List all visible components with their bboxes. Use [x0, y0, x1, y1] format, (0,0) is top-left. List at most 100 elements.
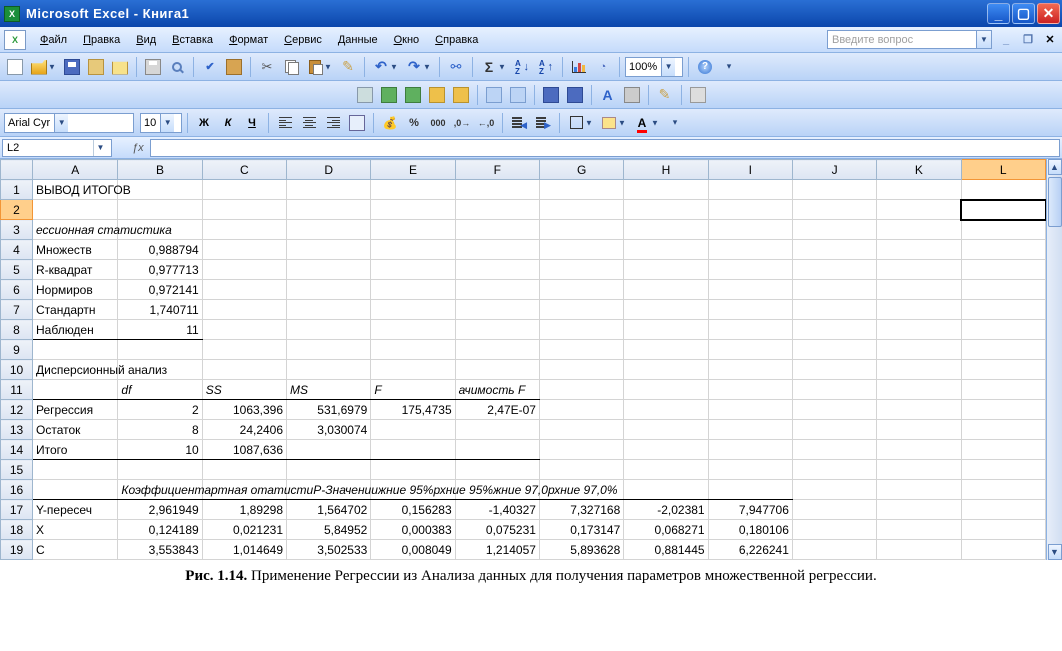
cell-A14[interactable]: Итого: [33, 440, 118, 460]
cell-A6[interactable]: Нормиров: [33, 280, 118, 300]
menu-данные[interactable]: Данные: [330, 31, 386, 49]
cell-J11[interactable]: [792, 380, 876, 400]
cell-D6[interactable]: [287, 280, 371, 300]
email-button[interactable]: [109, 56, 131, 78]
cell-B18[interactable]: 0,124189: [118, 520, 202, 540]
cell-K13[interactable]: [877, 420, 961, 440]
cell-G17[interactable]: 7,327168: [539, 500, 623, 520]
cell-A3[interactable]: ессионная статистика: [33, 220, 118, 240]
aux-btn-2[interactable]: [378, 84, 400, 106]
cell-J9[interactable]: [792, 340, 876, 360]
cell-F18[interactable]: 0,075231: [455, 520, 539, 540]
cell-J7[interactable]: [792, 300, 876, 320]
bold-button[interactable]: Ж: [193, 112, 215, 134]
cell-A19[interactable]: C: [33, 540, 118, 560]
cell-B8[interactable]: 11: [118, 320, 202, 340]
cell-E9[interactable]: [371, 340, 455, 360]
cell-F4[interactable]: [455, 240, 539, 260]
cell-A15[interactable]: [33, 460, 118, 480]
cell-K8[interactable]: [877, 320, 961, 340]
cell-J1[interactable]: [792, 180, 876, 200]
cell-F17[interactable]: -1,40327: [455, 500, 539, 520]
cell-L15[interactable]: [961, 460, 1045, 480]
cell-A7[interactable]: Стандартн: [33, 300, 118, 320]
increase-indent-button[interactable]: ▶: [532, 112, 554, 134]
cell-H19[interactable]: 0,881445: [624, 540, 708, 560]
new-button[interactable]: [4, 56, 26, 78]
cell-B13[interactable]: 8: [118, 420, 202, 440]
italic-button[interactable]: К: [217, 112, 239, 134]
cell-I4[interactable]: [708, 240, 792, 260]
row-header-2[interactable]: 2: [1, 200, 33, 220]
cell-E11[interactable]: F: [371, 380, 455, 400]
cell-C2[interactable]: [202, 200, 286, 220]
cell-L14[interactable]: [961, 440, 1045, 460]
cell-E14[interactable]: [371, 440, 455, 460]
cell-K5[interactable]: [877, 260, 961, 280]
cell-D18[interactable]: 5,84952: [287, 520, 371, 540]
cell-D12[interactable]: 531,6979: [287, 400, 371, 420]
percent-button[interactable]: %: [403, 112, 425, 134]
currency-button[interactable]: 💰: [379, 112, 401, 134]
cell-F7[interactable]: [455, 300, 539, 320]
row-header-15[interactable]: 15: [1, 460, 33, 480]
cell-K16[interactable]: [877, 480, 961, 500]
cell-B17[interactable]: 2,961949: [118, 500, 202, 520]
cell-L6[interactable]: [961, 280, 1045, 300]
decrease-decimal-button[interactable]: ←,0: [475, 112, 497, 134]
spelling-button[interactable]: ✔: [199, 56, 221, 78]
cell-K4[interactable]: [877, 240, 961, 260]
minimize-button[interactable]: _: [987, 3, 1010, 24]
scroll-down-button[interactable]: ▼: [1048, 544, 1062, 560]
cell-C19[interactable]: 1,014649: [202, 540, 286, 560]
cell-D17[interactable]: 1,564702: [287, 500, 371, 520]
cell-L16[interactable]: [961, 480, 1045, 500]
cell-F11[interactable]: ачимость F: [455, 380, 539, 400]
cell-F10[interactable]: [455, 360, 539, 380]
cell-B14[interactable]: 10: [118, 440, 202, 460]
cell-I14[interactable]: [708, 440, 792, 460]
cell-B12[interactable]: 2: [118, 400, 202, 420]
cell-K18[interactable]: [877, 520, 961, 540]
chart-wizard-button[interactable]: [568, 56, 590, 78]
cell-L13[interactable]: [961, 420, 1045, 440]
font-color-button[interactable]: A▼: [631, 112, 653, 134]
font-size-combo[interactable]: 10 ▼: [140, 113, 182, 133]
cell-H7[interactable]: [624, 300, 708, 320]
cell-K11[interactable]: [877, 380, 961, 400]
open-button[interactable]: ▼: [28, 56, 50, 78]
col-header-K[interactable]: K: [877, 160, 961, 180]
borders-button[interactable]: ▼: [565, 112, 587, 134]
cell-H2[interactable]: [624, 200, 708, 220]
cell-D4[interactable]: [287, 240, 371, 260]
cell-F3[interactable]: [455, 220, 539, 240]
cell-J2[interactable]: [792, 200, 876, 220]
cell-A16[interactable]: [33, 480, 118, 500]
cell-D3[interactable]: [287, 220, 371, 240]
cell-I10[interactable]: [708, 360, 792, 380]
cell-L7[interactable]: [961, 300, 1045, 320]
cell-E1[interactable]: [371, 180, 455, 200]
cell-J6[interactable]: [792, 280, 876, 300]
cell-E19[interactable]: 0,008049: [371, 540, 455, 560]
cell-L1[interactable]: [961, 180, 1045, 200]
cell-B4[interactable]: 0,988794: [118, 240, 202, 260]
cell-C4[interactable]: [202, 240, 286, 260]
cell-E4[interactable]: [371, 240, 455, 260]
cell-K1[interactable]: [877, 180, 961, 200]
col-header-D[interactable]: D: [287, 160, 371, 180]
cell-K19[interactable]: [877, 540, 961, 560]
cell-G14[interactable]: [539, 440, 623, 460]
cell-H6[interactable]: [624, 280, 708, 300]
col-header-C[interactable]: C: [202, 160, 286, 180]
hyperlink-button[interactable]: ⚯: [445, 56, 467, 78]
cell-F12[interactable]: 2,47E-07: [455, 400, 539, 420]
format-painter-button[interactable]: ✎: [337, 56, 359, 78]
cell-F2[interactable]: [455, 200, 539, 220]
select-all-corner[interactable]: [1, 160, 33, 180]
cell-D9[interactable]: [287, 340, 371, 360]
cell-H17[interactable]: -2,02381: [624, 500, 708, 520]
help-button[interactable]: ?: [694, 56, 716, 78]
row-header-11[interactable]: 11: [1, 380, 33, 400]
cell-K9[interactable]: [877, 340, 961, 360]
